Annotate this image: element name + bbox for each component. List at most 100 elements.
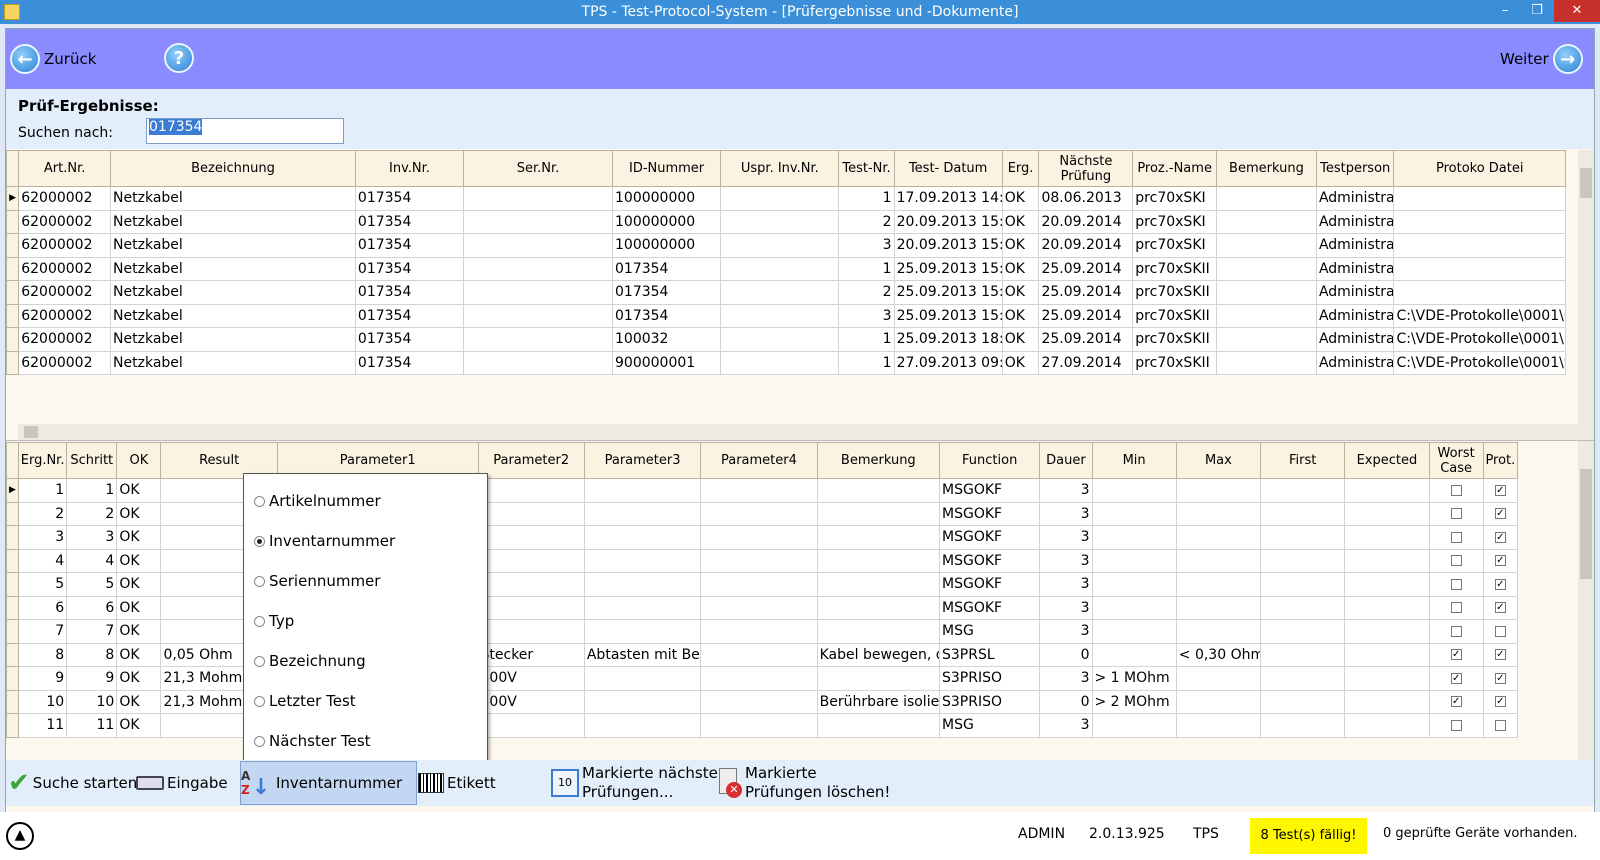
details-table-row[interactable]: 7 7 OK MSG 3	[6, 619, 1519, 644]
results-cell[interactable]	[1393, 186, 1566, 211]
details-cell[interactable]	[1175, 525, 1262, 550]
results-cell[interactable]: 2	[838, 280, 895, 305]
details-cell[interactable]	[583, 525, 702, 550]
details-cell[interactable]: 5	[18, 572, 68, 597]
details-cell[interactable]	[700, 548, 818, 573]
details-cell[interactable]: 4	[66, 548, 118, 573]
search-input[interactable]: 017354	[146, 118, 344, 144]
details-cell[interactable]: 8	[66, 642, 118, 667]
results-cell[interactable]: OK	[1001, 280, 1040, 305]
details-cell[interactable]	[1344, 619, 1430, 644]
details-cell[interactable]	[1091, 478, 1177, 503]
details-cell[interactable]	[583, 619, 702, 644]
results-cell[interactable]: 20.09.2013 15:11	[893, 209, 1003, 234]
details-cell[interactable]: OK	[116, 642, 162, 667]
results-cell[interactable]: 62000002	[18, 256, 112, 281]
row-selector[interactable]	[6, 595, 20, 620]
checkbox-checked-icon[interactable]: ✓	[1450, 696, 1462, 708]
details-table-row[interactable]: 3 3 OK MSGOKF 3 ✓	[6, 525, 1519, 550]
checkbox-unchecked-icon[interactable]	[1494, 719, 1506, 731]
details-cell[interactable]: 1	[18, 478, 68, 503]
details-cell[interactable]	[1260, 689, 1346, 714]
details-cell[interactable]: MSGOKF	[938, 572, 1041, 597]
results-cell[interactable]: 62000002	[18, 303, 112, 328]
details-table-row[interactable]: 2 2 OK MSGOKF 3 ✓	[6, 501, 1519, 526]
details-cell[interactable]: 6	[66, 595, 118, 620]
results-cell[interactable]: 08.06.2013	[1038, 186, 1134, 211]
details-cell[interactable]	[583, 572, 702, 597]
results-cell[interactable]: prc70xSKII	[1132, 350, 1217, 375]
details-cell[interactable]: OK	[116, 689, 162, 714]
results-horizontal-scrollbar[interactable]	[18, 424, 1578, 440]
results-cell[interactable]: 25.09.2013 15:45	[893, 280, 1003, 305]
results-cell[interactable]: 25.09.2014	[1038, 303, 1134, 328]
results-cell[interactable]: OK	[1001, 327, 1040, 352]
prot-checkbox-cell[interactable]: ✓	[1482, 548, 1519, 573]
search-by-option[interactable]: Letzter Test	[254, 692, 356, 710]
row-selector[interactable]	[6, 525, 20, 550]
details-column-header[interactable]: Schritt	[66, 442, 118, 479]
search-by-option[interactable]: Inventarnummer	[254, 532, 395, 550]
results-cell[interactable]: Administrat	[1315, 327, 1395, 352]
results-cell[interactable]: 100032	[611, 327, 722, 352]
results-cell[interactable]: 20.09.2014	[1038, 233, 1134, 258]
details-cell[interactable]	[1175, 595, 1262, 620]
results-cell[interactable]	[720, 280, 840, 305]
row-selector[interactable]	[6, 689, 20, 714]
details-cell[interactable]: S3PRISO	[938, 689, 1041, 714]
results-cell[interactable]	[463, 209, 613, 234]
results-cell[interactable]: OK	[1001, 233, 1040, 258]
details-cell[interactable]	[1091, 713, 1177, 738]
results-cell[interactable]: 62000002	[18, 186, 112, 211]
details-cell[interactable]	[1091, 572, 1177, 597]
results-cell[interactable]: 25.09.2014	[1038, 280, 1134, 305]
details-cell[interactable]	[477, 595, 585, 620]
details-cell[interactable]	[1260, 525, 1346, 550]
details-cell[interactable]	[1175, 548, 1262, 573]
details-cell[interactable]: MSGOKF	[938, 525, 1041, 550]
worst-case-checkbox-cell[interactable]: ✓	[1428, 642, 1484, 667]
checkbox-checked-icon[interactable]: ✓	[1450, 649, 1462, 661]
details-cell[interactable]: MSGOKF	[938, 548, 1041, 573]
results-cell[interactable]: 62000002	[18, 350, 112, 375]
details-cell[interactable]: 3	[1039, 525, 1093, 550]
results-cell[interactable]: 2	[838, 209, 895, 234]
prot-checkbox-cell[interactable]: ✓	[1482, 478, 1519, 503]
details-cell[interactable]	[1175, 501, 1262, 526]
results-table-row[interactable]: 62000002 Netzkabel 017354 017354 1 25.09.2013…	[6, 256, 1566, 281]
checkbox-unchecked-icon[interactable]	[1450, 484, 1462, 496]
details-cell[interactable]	[700, 666, 818, 691]
details-cell[interactable]	[816, 572, 941, 597]
details-cell[interactable]: > 2 MOhm	[1091, 689, 1177, 714]
details-cell[interactable]	[816, 595, 941, 620]
row-selector[interactable]	[6, 327, 20, 352]
details-column-header[interactable]: Erg.Nr.	[18, 442, 68, 479]
details-cell[interactable]	[1344, 595, 1430, 620]
results-cell[interactable]: 62000002	[18, 327, 112, 352]
results-cell[interactable]: 1	[838, 186, 895, 211]
details-cell[interactable]: 7	[18, 619, 68, 644]
details-cell[interactable]	[477, 572, 585, 597]
results-table-row[interactable]: 62000002 Netzkabel 017354 900000001 1 27.09.2…	[6, 350, 1566, 375]
row-selector[interactable]	[6, 713, 20, 738]
results-cell[interactable]: Netzkabel	[110, 209, 356, 234]
details-cell[interactable]: 500V	[477, 689, 585, 714]
results-cell[interactable]: 25.09.2013 18:20	[893, 327, 1003, 352]
worst-case-checkbox-cell[interactable]: ✓	[1428, 666, 1484, 691]
details-cell[interactable]	[1175, 572, 1262, 597]
details-cell[interactable]	[477, 525, 585, 550]
results-column-header[interactable]: ID-Nummer	[611, 150, 722, 187]
details-cell[interactable]: S3PRSL	[938, 642, 1041, 667]
results-cell[interactable]	[1215, 350, 1317, 375]
details-cell[interactable]	[1260, 642, 1346, 667]
details-cell[interactable]: 3	[1039, 501, 1093, 526]
details-cell[interactable]	[700, 689, 818, 714]
results-cell[interactable]: Netzkabel	[110, 256, 356, 281]
details-column-header[interactable]: Expected	[1344, 442, 1430, 479]
worst-case-checkbox-cell[interactable]	[1428, 595, 1484, 620]
results-column-header[interactable]: Proz.-Name	[1132, 150, 1217, 187]
results-column-header[interactable]: Test-Nr.	[838, 150, 895, 187]
results-cell[interactable]	[1393, 280, 1566, 305]
details-cell[interactable]: 3	[1039, 548, 1093, 573]
results-cell[interactable]	[463, 327, 613, 352]
